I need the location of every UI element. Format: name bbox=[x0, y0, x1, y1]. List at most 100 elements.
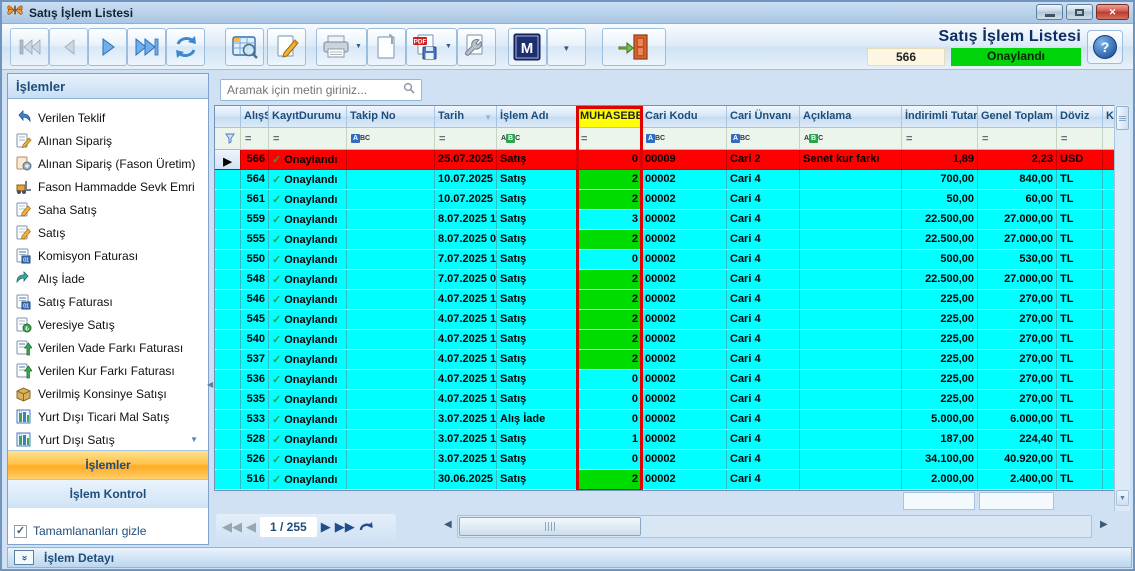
table-row-516[interactable]: 516✓Onaylandı30.06.2025Satış200002Cari 4… bbox=[215, 470, 1129, 490]
table-row-526[interactable]: 526✓Onaylandı3.07.2025 1Satış000002Cari … bbox=[215, 450, 1129, 470]
table-row-559[interactable]: 559✓Onaylandı8.07.2025 1Satış300002Cari … bbox=[215, 210, 1129, 230]
sidebar-item-6[interactable]: Satış bbox=[8, 221, 208, 244]
filter-cell-carikodu[interactable]: ABC bbox=[642, 128, 727, 150]
nav-next-button[interactable] bbox=[88, 28, 127, 66]
filter-cell-takipno[interactable]: ABC bbox=[347, 128, 435, 150]
pager-prev-icon[interactable]: ◀ bbox=[246, 519, 256, 535]
column-header-takipno[interactable]: Takip No bbox=[347, 106, 435, 128]
pager-refresh-icon[interactable] bbox=[359, 521, 375, 534]
filter-cell-aciklama[interactable]: ABC bbox=[800, 128, 902, 150]
close-button[interactable]: ✕ bbox=[1096, 4, 1129, 20]
sidebar-item-9[interactable]: 01 Satış Faturası bbox=[8, 290, 208, 313]
table-row-566[interactable]: ▶566✓Onaylandı25.07.2025Satış000009Cari … bbox=[215, 150, 1129, 170]
table-row-528[interactable]: 528✓Onaylandı3.07.2025 1Satış100002Cari … bbox=[215, 430, 1129, 450]
pager-next-icon[interactable]: ▶ bbox=[321, 519, 331, 535]
sidebar-item-11[interactable]: Verilen Vade Farkı Faturası bbox=[8, 336, 208, 359]
m-module-dropdown[interactable]: ▼ bbox=[547, 28, 586, 66]
filter-abc-icon[interactable]: ABC bbox=[501, 134, 520, 143]
nav-first-button[interactable] bbox=[10, 28, 49, 66]
vertical-scrollbar-thumb[interactable] bbox=[1116, 106, 1129, 130]
sidebar-item-10[interactable]: ₺ Veresiye Satış bbox=[8, 313, 208, 336]
sidebar-tab-islemler[interactable]: İşlemler bbox=[8, 450, 208, 479]
table-row-545[interactable]: 545✓Onaylandı4.07.2025 1Satış200002Cari … bbox=[215, 310, 1129, 330]
table-row-540[interactable]: 540✓Onaylandı4.07.2025 1Satış200002Cari … bbox=[215, 330, 1129, 350]
filter-cell-islemadi[interactable]: ABC bbox=[497, 128, 577, 150]
sidebar-item-8[interactable]: Alış İade bbox=[8, 267, 208, 290]
sidebar-item-2[interactable]: Alınan Sipariş bbox=[8, 129, 208, 152]
select-all-corner[interactable] bbox=[215, 106, 241, 128]
filter-abc-icon[interactable]: ABC bbox=[804, 134, 823, 143]
minimize-button[interactable] bbox=[1036, 4, 1063, 20]
filter-cell-doviz[interactable]: = bbox=[1057, 128, 1103, 150]
filter-equals-icon[interactable]: = bbox=[581, 133, 588, 145]
column-header-carikodu[interactable]: Cari Kodu bbox=[642, 106, 727, 128]
column-header-indirimlitutar[interactable]: İndirimli Tutar bbox=[902, 106, 978, 128]
filter-abc-icon[interactable]: ABC bbox=[731, 134, 750, 143]
column-header-geneltoplam[interactable]: Genel Toplam bbox=[978, 106, 1057, 128]
column-header-cariunvani[interactable]: Cari Ünvanı bbox=[727, 106, 800, 128]
settings-button[interactable] bbox=[457, 28, 496, 66]
column-header-tarih[interactable]: Tarih▼ bbox=[435, 106, 497, 128]
search-icon[interactable] bbox=[403, 81, 415, 99]
splitter-collapse-icon[interactable]: ◀ bbox=[207, 380, 213, 389]
sidebar-item-12[interactable]: Verilen Kur Farkı Faturası bbox=[8, 359, 208, 382]
vertical-scrollbar[interactable]: ▼ bbox=[1114, 105, 1130, 511]
table-row-533[interactable]: 533✓Onaylandı3.07.2025 1Alış İade000002C… bbox=[215, 410, 1129, 430]
edit-button[interactable] bbox=[267, 28, 306, 66]
export-pdf-button[interactable]: PDF▼ bbox=[406, 28, 457, 66]
table-row-546[interactable]: 546✓Onaylandı4.07.2025 1Satış200002Cari … bbox=[215, 290, 1129, 310]
table-row-536[interactable]: 536✓Onaylandı4.07.2025 1Satış000002Cari … bbox=[215, 370, 1129, 390]
print-button[interactable]: ▼ bbox=[316, 28, 367, 66]
table-row-535[interactable]: 535✓Onaylandı4.07.2025 1Satış000002Cari … bbox=[215, 390, 1129, 410]
scroll-down-icon[interactable]: ▼ bbox=[1116, 490, 1129, 506]
filter-equals-icon[interactable]: = bbox=[982, 133, 989, 145]
maximize-button[interactable] bbox=[1066, 4, 1093, 20]
filter-cell-muhasebe[interactable]: = bbox=[577, 128, 642, 150]
filter-equals-icon[interactable]: = bbox=[1061, 133, 1068, 145]
filter-equals-icon[interactable]: = bbox=[439, 133, 446, 145]
filter-cell-tarih[interactable]: = bbox=[435, 128, 497, 150]
table-row-548[interactable]: 548✓Onaylandı7.07.2025 0Satış200002Cari … bbox=[215, 270, 1129, 290]
nav-previous-button[interactable] bbox=[49, 28, 88, 66]
sidebar-item-5[interactable]: Saha Satış bbox=[8, 198, 208, 221]
filter-abc-icon[interactable]: ABC bbox=[646, 134, 665, 143]
filter-cell-kayitdurumu[interactable]: = bbox=[269, 128, 347, 150]
sidebar-item-14[interactable]: ↑↓ Yurt Dışı Ticari Mal Satış bbox=[8, 405, 208, 428]
table-row-550[interactable]: 550✓Onaylandı7.07.2025 1Satış000002Cari … bbox=[215, 250, 1129, 270]
sidebar-item-7[interactable]: 01 Komisyon Faturası bbox=[8, 244, 208, 267]
filter-abc-icon[interactable]: ABC bbox=[351, 134, 370, 143]
filter-cell-cariunvani[interactable]: ABC bbox=[727, 128, 800, 150]
sidebar-item-4[interactable]: Fason Hammadde Sevk Emri bbox=[8, 175, 208, 198]
column-header-doviz[interactable]: Döviz bbox=[1057, 106, 1103, 128]
copy-button[interactable] bbox=[367, 28, 406, 66]
pager-first-icon[interactable]: ◀◀ bbox=[222, 519, 242, 535]
help-button[interactable]: ? bbox=[1087, 30, 1123, 64]
filter-equals-icon[interactable]: = bbox=[273, 133, 280, 145]
table-row-537[interactable]: 537✓Onaylandı4.07.2025 1Satış200002Cari … bbox=[215, 350, 1129, 370]
scroll-right-icon[interactable]: ▶ bbox=[1100, 519, 1108, 530]
scroll-left-icon[interactable]: ◀ bbox=[444, 519, 452, 530]
nav-last-button[interactable] bbox=[127, 28, 166, 66]
column-header-aciklama[interactable]: Açıklama bbox=[800, 106, 902, 128]
hide-completed-checkbox[interactable]: ✓ bbox=[14, 525, 27, 538]
filter-equals-icon[interactable]: = bbox=[245, 133, 252, 145]
table-row-555[interactable]: 555✓Onaylandı8.07.2025 0Satış200002Cari … bbox=[215, 230, 1129, 250]
column-header-islemadi[interactable]: İşlem Adı bbox=[497, 106, 577, 128]
sidebar-item-1[interactable]: Verilen Teklif bbox=[8, 106, 208, 129]
table-row-564[interactable]: 564✓Onaylandı10.07.2025Satış200002Cari 4… bbox=[215, 170, 1129, 190]
column-header-muhasebe[interactable]: MUHASEBE bbox=[577, 106, 642, 128]
expand-detail-button[interactable]: » bbox=[14, 550, 34, 565]
table-row-561[interactable]: 561✓Onaylandı10.07.2025Satış200002Cari 4… bbox=[215, 190, 1129, 210]
sidebar-item-3[interactable]: Alınan Sipariş (Fason Üretim) bbox=[8, 152, 208, 175]
sidebar-item-15[interactable]: ↑↓ Yurt Dışı Satış▼ bbox=[8, 428, 208, 450]
horizontal-scrollbar[interactable] bbox=[457, 515, 1092, 538]
refresh-button[interactable] bbox=[166, 28, 205, 66]
column-header-kayitdurumu[interactable]: KayıtDurumu bbox=[269, 106, 347, 128]
column-header-alissatis[interactable]: AlışSatış bbox=[241, 106, 269, 128]
sidebar-tab-islem-kontrol[interactable]: İşlem Kontrol bbox=[8, 479, 208, 508]
pager-last-icon[interactable]: ▶▶ bbox=[335, 519, 355, 535]
horizontal-scrollbar-thumb[interactable] bbox=[459, 517, 641, 536]
filter-equals-icon[interactable]: = bbox=[906, 133, 913, 145]
filter-cell-geneltoplam[interactable]: = bbox=[978, 128, 1057, 150]
filter-cell-indirimlitutar[interactable]: = bbox=[902, 128, 978, 150]
